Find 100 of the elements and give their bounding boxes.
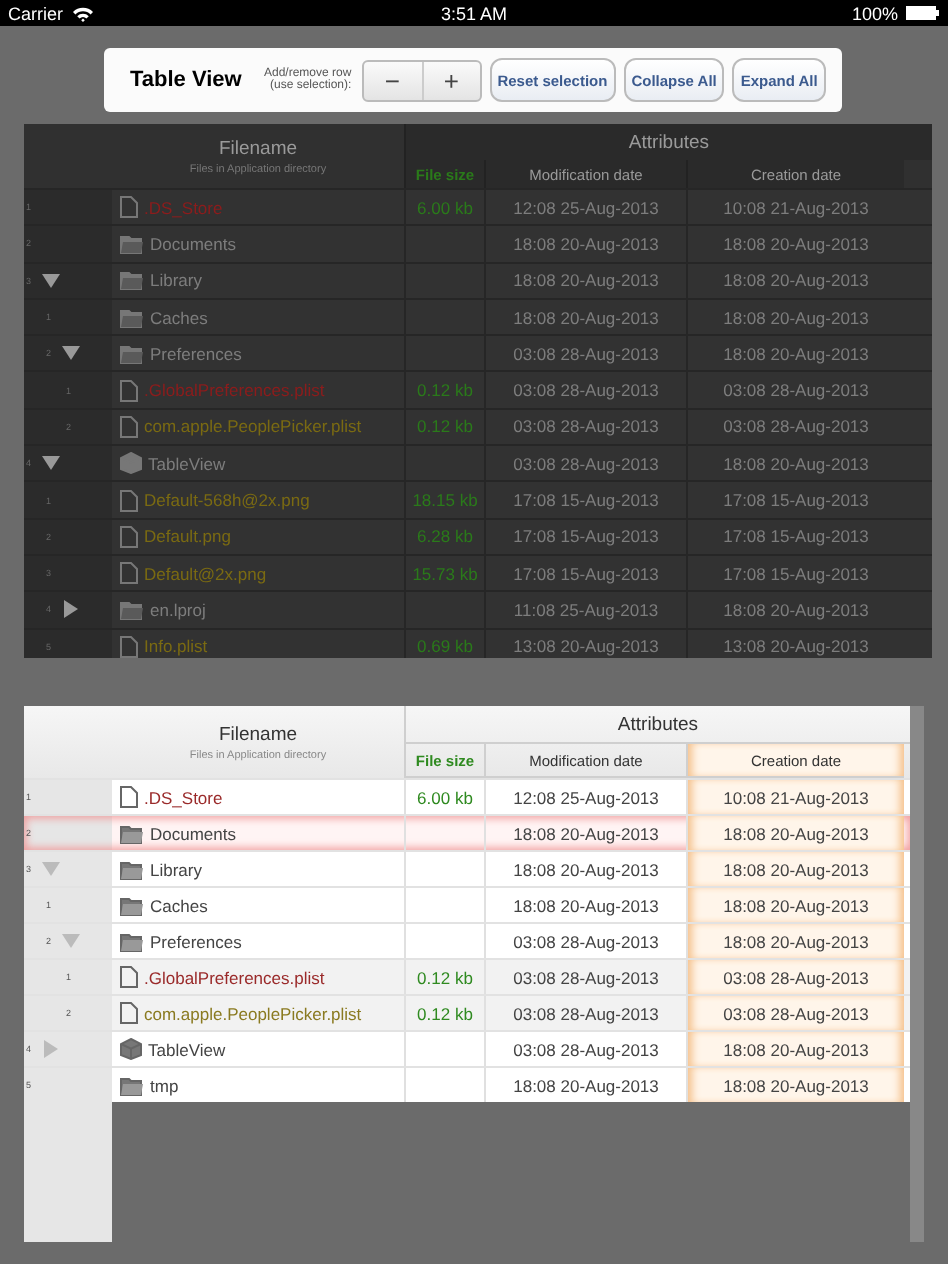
table-cell: 18:08 20-Aug-2013	[686, 1068, 904, 1102]
table-cell: 17:08 15-Aug-2013	[484, 482, 686, 518]
file-icon	[120, 489, 138, 512]
expand-toggle-icon[interactable]	[42, 454, 60, 473]
table-cell: 18:08 20-Aug-2013	[686, 1032, 904, 1066]
table-cell: 18:08 20-Aug-2013	[484, 299, 686, 335]
file-icon	[120, 525, 138, 548]
file-name: tmp	[150, 1075, 179, 1095]
folder-icon	[120, 233, 144, 254]
table-cell: 13:08 20-Aug-2013	[484, 629, 686, 658]
table-cell: 18:08 20-Aug-2013	[484, 263, 686, 298]
table-cell: 0.12 kb	[404, 996, 484, 1030]
table-cell: 18:08 20-Aug-2013	[686, 592, 904, 628]
table-cell: 18:08 20-Aug-2013	[686, 446, 904, 481]
table-cell: 17:08 15-Aug-2013	[686, 555, 904, 591]
file-icon	[120, 196, 138, 219]
table-cell: 03:08 28-Aug-2013	[686, 996, 904, 1030]
table-cell: 15.73 kb	[404, 555, 484, 591]
file-name: en.lproj	[150, 599, 206, 620]
table-cell: 18:08 20-Aug-2013	[686, 299, 904, 335]
folder-icon	[120, 343, 144, 364]
file-name: Library	[150, 859, 202, 879]
table-cell: 0.12 kb	[404, 409, 484, 445]
table-cell: 03:08 28-Aug-2013	[686, 409, 904, 445]
carrier-label: Carrier	[8, 3, 64, 23]
file-name: .DS_Store	[144, 787, 223, 807]
stepper-button[interactable]: −	[363, 61, 422, 99]
table-cell: 0.69 kb	[404, 629, 484, 658]
file-icon	[120, 415, 138, 438]
file-name: Preferences	[150, 343, 242, 364]
table-cell: 03:08 28-Aug-2013	[484, 409, 686, 445]
folder-icon	[120, 307, 144, 328]
table-cell: 03:08 28-Aug-2013	[484, 336, 686, 371]
expand-toggle-icon[interactable]	[62, 344, 80, 363]
column-header[interactable]: Filename	[218, 137, 298, 159]
table-cell: 6.00 kb	[404, 780, 484, 814]
file-icon	[120, 786, 138, 808]
file-icon	[120, 966, 138, 988]
folder-icon	[120, 599, 144, 620]
file-name: Documents	[150, 823, 236, 843]
file-name: Default@2x.png	[144, 563, 267, 584]
file-name: .GlobalPreferences.plist	[144, 967, 325, 987]
group-header: Attributes	[404, 124, 932, 160]
table-cell: 12:08 25-Aug-2013	[484, 190, 686, 225]
folder-icon	[120, 895, 144, 915]
table-cell: 03:08 28-Aug-2013	[686, 960, 904, 994]
table-cell: 18:08 20-Aug-2013	[686, 888, 904, 922]
table-cell: 18:08 20-Aug-2013	[686, 816, 904, 850]
table-cell: 11:08 25-Aug-2013	[484, 592, 686, 628]
table-cell: 18:08 20-Aug-2013	[686, 924, 904, 958]
wifi-icon	[71, 5, 94, 21]
cube-icon	[120, 1038, 142, 1060]
file-name: .DS_Store	[144, 197, 223, 218]
folder-icon	[120, 270, 144, 291]
table-cell: 10:08 21-Aug-2013	[686, 190, 904, 225]
folder-icon	[120, 1075, 144, 1095]
battery-label: 100%	[851, 3, 898, 23]
column-header[interactable]: Filename	[218, 723, 298, 745]
file-name: Caches	[150, 895, 208, 915]
table-cell: 17:08 15-Aug-2013	[686, 482, 904, 518]
file-name: Library	[150, 270, 202, 291]
file-icon	[120, 379, 138, 402]
table-cell: 18.15 kb	[404, 482, 484, 518]
expand-toggle-icon[interactable]	[42, 860, 60, 878]
table-cell: 0.12 kb	[404, 372, 484, 408]
file-name: com.apple.PeoplePicker.plist	[144, 1003, 362, 1023]
table-cell: 13:08 20-Aug-2013	[686, 629, 904, 658]
table-cell: 17:08 15-Aug-2013	[686, 519, 904, 554]
table-cell: 6.00 kb	[404, 190, 484, 225]
table-cell: 18:08 20-Aug-2013	[686, 336, 904, 371]
toolbar-title: Table View	[130, 68, 244, 92]
cube-icon	[120, 452, 142, 475]
expand-toggle-icon[interactable]	[62, 600, 80, 619]
table-cell: 18:08 20-Aug-2013	[686, 852, 904, 886]
file-name: Documents	[150, 233, 236, 254]
file-icon	[120, 562, 138, 585]
file-name: Info.plist	[144, 636, 208, 657]
folder-icon	[120, 859, 144, 879]
file-name: .GlobalPreferences.plist	[144, 380, 325, 401]
battery-icon	[906, 6, 940, 20]
file-icon	[120, 1002, 138, 1024]
file-name: Caches	[150, 307, 208, 328]
table-cell: 10:08 21-Aug-2013	[686, 780, 904, 814]
table-cell: 17:08 15-Aug-2013	[484, 519, 686, 554]
stepper-button[interactable]: +	[421, 61, 480, 99]
expand-toggle-icon[interactable]	[62, 932, 80, 950]
expand-toggle-icon[interactable]	[42, 1040, 60, 1058]
table-cell: 03:08 28-Aug-2013	[484, 372, 686, 408]
file-name: Default.png	[144, 526, 231, 547]
table-cell: 03:08 28-Aug-2013	[484, 446, 686, 481]
table-cell: 17:08 15-Aug-2013	[484, 555, 686, 591]
file-name: TableView	[148, 1039, 226, 1059]
table-cell: 18:08 20-Aug-2013	[484, 226, 686, 262]
file-name: TableView	[148, 453, 226, 474]
table-cell: 18:08 20-Aug-2013	[686, 263, 904, 298]
table-cell: 6.28 kb	[404, 519, 484, 554]
file-name: Default-568h@2x.png	[144, 490, 310, 511]
file-icon	[120, 635, 138, 658]
table-cell: 18:08 20-Aug-2013	[686, 226, 904, 262]
expand-toggle-icon[interactable]	[42, 271, 60, 290]
